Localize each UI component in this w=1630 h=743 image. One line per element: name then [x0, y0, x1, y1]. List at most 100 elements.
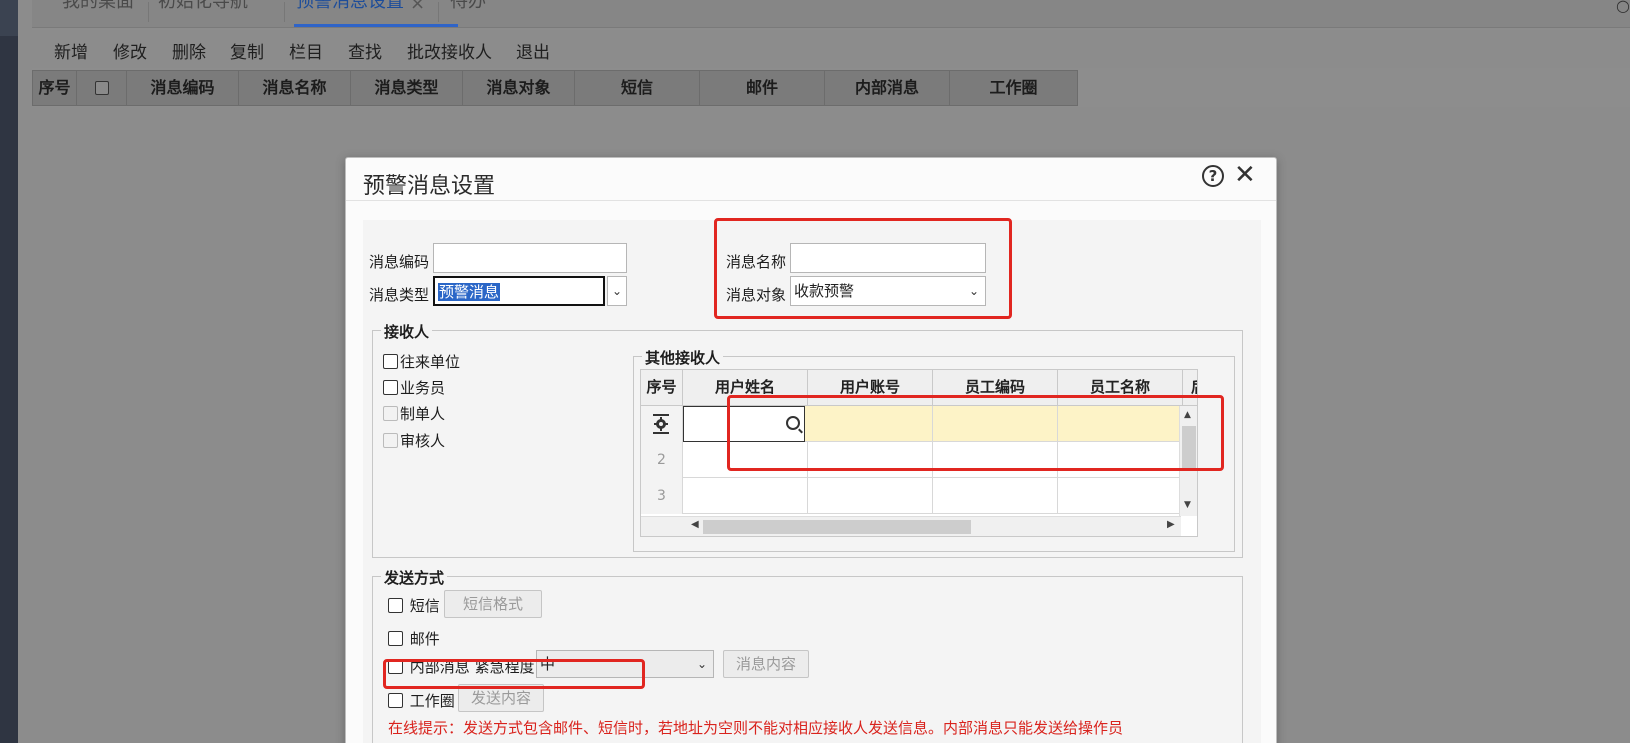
horizontal-scrollbar[interactable]: ◀ ▶: [641, 516, 1181, 536]
send-internal-option[interactable]: 内部消息 紧急程度: [388, 656, 535, 677]
col-header-employee-name[interactable]: 员工名称: [1058, 370, 1183, 405]
checkbox[interactable]: [383, 354, 398, 369]
edit-button[interactable]: 修改: [113, 38, 147, 63]
send-email-option[interactable]: 邮件: [388, 628, 440, 649]
employee-code-cell[interactable]: [933, 478, 1058, 514]
table-row[interactable]: [641, 406, 1197, 442]
table-row[interactable]: 2: [641, 442, 1197, 478]
checkbox[interactable]: [388, 598, 403, 613]
tab-my-desktop[interactable]: 我的桌面: [62, 0, 134, 21]
code-input[interactable]: [433, 243, 627, 273]
horizontal-scroll-thumb[interactable]: [703, 520, 971, 534]
toolbar: 新增 修改 删除 复制 栏目 查找 批改接收人 退出: [32, 30, 1630, 68]
user-name-cell-editor[interactable]: [683, 406, 805, 442]
user-account-cell[interactable]: [808, 442, 933, 478]
help-icon[interactable]: ?: [1202, 165, 1224, 187]
urgency-label: 紧急程度: [474, 658, 535, 676]
receiver-option-creator[interactable]: 制单人: [383, 403, 445, 424]
user-name-cell[interactable]: [683, 478, 808, 514]
delete-button[interactable]: 删除: [172, 38, 206, 63]
checkbox[interactable]: [383, 406, 398, 421]
col-header-index: 序号: [641, 370, 683, 405]
table-row[interactable]: 3: [641, 478, 1197, 514]
receiver-option-auditor[interactable]: 审核人: [383, 430, 445, 451]
receiver-option-salesman[interactable]: 业务员: [383, 377, 445, 398]
checkbox[interactable]: [383, 380, 398, 395]
user-name-cell[interactable]: [683, 442, 808, 478]
send-method-warning: 在线提示：发送方式包含邮件、短信时，若地址为空则不能对相应接收人发送信息。内部消…: [388, 719, 1124, 737]
tab-close-icon[interactable]: ×: [410, 0, 425, 14]
type-select[interactable]: 预警消息: [433, 276, 605, 306]
left-sidebar-strip: [0, 0, 18, 743]
col-header-name[interactable]: 消息名称: [239, 71, 351, 105]
checkbox[interactable]: [388, 631, 403, 646]
sms-format-button[interactable]: 短信格式: [444, 590, 542, 618]
search-icon[interactable]: ○: [1616, 0, 1630, 15]
exit-button[interactable]: 退出: [516, 38, 550, 63]
row-index-cell: [641, 406, 683, 442]
employee-name-cell[interactable]: [1058, 478, 1183, 514]
send-sms-label: 短信: [409, 597, 440, 615]
name-label: 消息名称: [726, 253, 787, 271]
scroll-down-icon[interactable]: ▼: [1184, 500, 1191, 510]
col-header-user-account[interactable]: 用户账号: [808, 370, 933, 405]
columns-button[interactable]: 栏目: [289, 38, 323, 63]
tab-separator: [438, 2, 439, 22]
send-email-label: 邮件: [409, 630, 440, 648]
send-content-button[interactable]: 发送内容: [458, 684, 544, 712]
tab-alert-settings[interactable]: 预警消息设置: [296, 0, 404, 21]
col-header-sms[interactable]: 短信: [575, 71, 700, 105]
scroll-left-icon[interactable]: ◀: [691, 519, 699, 530]
batch-receiver-button[interactable]: 批改接收人: [407, 38, 492, 63]
col-header-code[interactable]: 消息编码: [127, 71, 239, 105]
employee-name-cell[interactable]: [1058, 442, 1183, 478]
add-button[interactable]: 新增: [54, 38, 88, 63]
message-content-button[interactable]: 消息内容: [723, 650, 809, 678]
user-account-cell[interactable]: [808, 406, 933, 442]
send-circle-option[interactable]: 工作圈: [388, 690, 455, 711]
tab-todo[interactable]: 待办: [450, 0, 486, 21]
find-button[interactable]: 查找: [348, 38, 382, 63]
target-label: 消息对象: [726, 286, 787, 304]
col-header-circle[interactable]: 工作圈: [950, 71, 1077, 105]
left-sidebar-strip-top: [0, 0, 18, 36]
employee-code-cell[interactable]: [933, 406, 1058, 442]
target-select[interactable]: 收款预警 ⌄: [790, 276, 986, 306]
type-select-value: 预警消息: [438, 283, 501, 301]
col-header-type[interactable]: 消息类型: [351, 71, 463, 105]
edit-row-icon[interactable]: [651, 413, 671, 435]
scroll-right-icon[interactable]: ▶: [1167, 519, 1175, 530]
close-icon[interactable]: ✕: [1234, 160, 1256, 190]
col-header-email[interactable]: 邮件: [700, 71, 825, 105]
copy-button[interactable]: 复制: [230, 38, 264, 63]
receiver-option-label: 制单人: [400, 405, 446, 423]
vertical-scrollbar[interactable]: ▲ ▼: [1179, 406, 1197, 516]
col-header-user-name[interactable]: 用户姓名: [683, 370, 808, 405]
vertical-scroll-thumb[interactable]: [1182, 426, 1196, 468]
urgency-select-value: 中: [540, 655, 556, 673]
checkbox[interactable]: [383, 433, 398, 448]
checkbox[interactable]: [388, 659, 403, 674]
scroll-up-icon[interactable]: ▲: [1184, 410, 1191, 420]
dialog-body: 消息编码 消息类型 预警消息 ⌄ 消息名称 消息对象 收款预警 ⌄ 接收人 往来…: [363, 220, 1261, 743]
search-icon[interactable]: [786, 416, 800, 430]
employee-code-cell[interactable]: [933, 442, 1058, 478]
receivers-fieldset: 接收人 往来单位 业务员 制单人 审核人 其他接收人 序号 用户姓名 用户账号 …: [372, 321, 1243, 558]
send-sms-option[interactable]: 短信: [388, 595, 440, 616]
chevron-down-icon[interactable]: ⌄: [607, 276, 627, 306]
select-all-checkbox[interactable]: [95, 81, 109, 95]
col-header-more[interactable]: 后: [1183, 370, 1197, 405]
urgency-select[interactable]: 中 ⌄: [536, 650, 714, 678]
col-header-target[interactable]: 消息对象: [463, 71, 575, 105]
receivers-legend: 接收人: [381, 321, 433, 342]
receiver-option-label: 往来单位: [400, 353, 461, 371]
checkbox[interactable]: [388, 693, 403, 708]
user-account-cell[interactable]: [808, 478, 933, 514]
col-header-internal[interactable]: 内部消息: [825, 71, 950, 105]
name-input[interactable]: [790, 243, 986, 273]
col-header-select-all: [77, 71, 127, 105]
receiver-option-partner[interactable]: 往来单位: [383, 351, 460, 372]
employee-name-cell[interactable]: [1058, 406, 1183, 442]
tab-init-nav[interactable]: 初始化导航: [158, 0, 248, 21]
col-header-employee-code[interactable]: 员工编码: [933, 370, 1058, 405]
